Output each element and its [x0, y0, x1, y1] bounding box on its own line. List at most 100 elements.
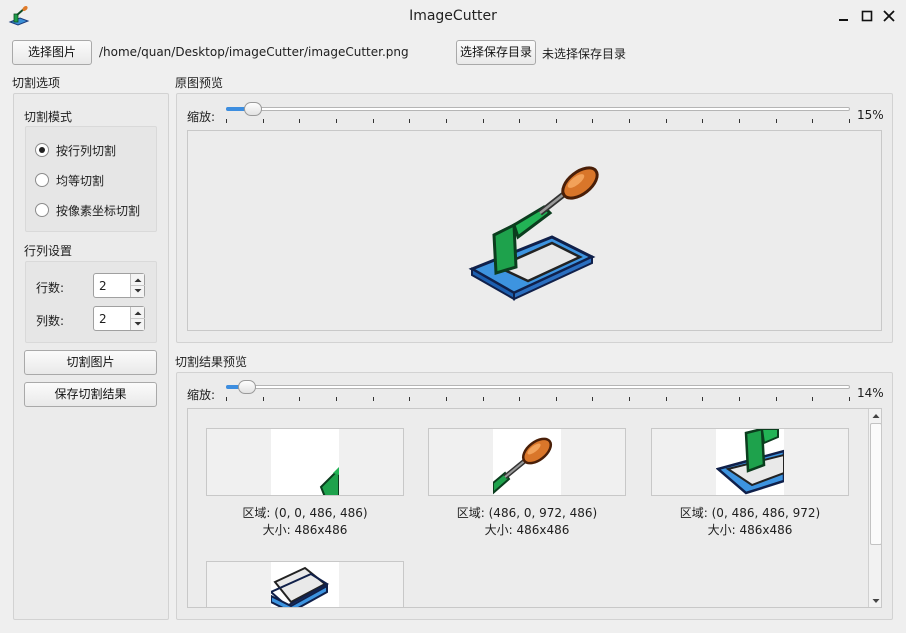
rows-stepper[interactable]: [130, 274, 145, 297]
cut-image-button[interactable]: 切割图片: [24, 350, 157, 375]
slider-tick: [226, 397, 227, 401]
radio-equal[interactable]: [35, 173, 49, 187]
scroll-thumb[interactable]: [870, 423, 881, 545]
slider-tick: [373, 119, 374, 123]
save-results-button[interactable]: 保存切割结果: [24, 382, 157, 407]
result-vertical-scrollbar[interactable]: [868, 409, 881, 607]
slider-tick: [776, 119, 777, 123]
rows-value[interactable]: 2: [99, 279, 107, 293]
mode-group-title: 切割模式: [24, 110, 73, 124]
save-dir-status: 未选择保存目录: [542, 47, 627, 61]
window-title: ImageCutter: [409, 8, 497, 24]
tile-3-size: 大小: 486x486: [707, 523, 793, 537]
mode-option-equal[interactable]: 均等切割: [35, 171, 155, 189]
minimize-icon[interactable]: [835, 7, 853, 25]
original-zoom-groove[interactable]: [226, 107, 850, 111]
slider-tick: [776, 397, 777, 401]
result-tile-3: [651, 428, 849, 496]
tile-1-region: 区域: (0, 0, 486, 486): [242, 506, 368, 520]
slider-tick: [702, 119, 703, 123]
select-save-dir-button[interactable]: 选择保存目录: [456, 40, 536, 65]
scroll-down-icon[interactable]: [869, 594, 881, 607]
slider-tick: [629, 119, 630, 123]
slider-tick: [409, 397, 410, 401]
slider-tick: [446, 119, 447, 123]
mode-label-rowcol: 按行列切割: [56, 144, 117, 158]
tile-3-image: [715, 429, 786, 495]
slider-tick: [739, 119, 740, 123]
maximize-icon[interactable]: [858, 7, 876, 25]
slider-tick: [263, 397, 264, 401]
original-zoom-slider[interactable]: [222, 102, 852, 127]
grid-group-title: 行列设置: [24, 244, 73, 258]
mode-option-rowcol[interactable]: 按行列切割: [35, 141, 155, 159]
slider-tick: [666, 119, 667, 123]
result-preview-title: 切割结果预览: [175, 355, 248, 369]
cols-value[interactable]: 2: [99, 312, 107, 326]
slider-tick: [739, 397, 740, 401]
image-path-text: /home/quan/Desktop/imageCutter/imageCutt…: [99, 45, 409, 59]
original-image: [468, 161, 603, 301]
select-image-button[interactable]: 选择图片: [12, 40, 92, 65]
slider-tick: [226, 119, 227, 123]
slider-tick: [336, 119, 337, 123]
slider-tick: [849, 119, 850, 123]
slider-tick: [519, 397, 520, 401]
cols-label: 列数:: [36, 314, 65, 328]
original-preview-title: 原图预览: [175, 76, 224, 90]
options-section-title: 切割选项: [12, 76, 61, 90]
original-zoom-handle[interactable]: [244, 102, 262, 116]
slider-tick: [812, 397, 813, 401]
slider-tick: [263, 119, 264, 123]
slider-tick: [629, 397, 630, 401]
result-zoom-ticks: [226, 396, 850, 402]
result-zoom-slider[interactable]: [222, 380, 852, 405]
close-icon[interactable]: [880, 7, 898, 25]
rows-label: 行数:: [36, 281, 65, 295]
slider-tick: [556, 119, 557, 123]
slider-tick: [409, 119, 410, 123]
original-zoom-label: 缩放:: [187, 110, 216, 124]
result-zoom-groove[interactable]: [226, 385, 850, 389]
original-zoom-value: 15%: [857, 108, 884, 122]
slider-tick: [556, 397, 557, 401]
tile-2-image: [492, 429, 561, 495]
tile-1-image: [271, 429, 340, 495]
tile-2-size: 大小: 486x486: [484, 523, 570, 537]
slider-tick: [519, 119, 520, 123]
slider-tick: [592, 119, 593, 123]
mode-label-equal: 均等切割: [56, 174, 105, 188]
slider-tick: [299, 119, 300, 123]
slider-tick: [702, 397, 703, 401]
tile-3-region: 区域: (0, 486, 486, 972): [679, 506, 821, 520]
tile-1-size: 大小: 486x486: [262, 523, 348, 537]
original-image-view: [187, 130, 882, 331]
result-scroll-area[interactable]: 区域: (0, 0, 486, 486) 大小: 486x486 区域: (48…: [187, 408, 882, 608]
radio-pixel[interactable]: [35, 203, 49, 217]
slider-tick: [666, 397, 667, 401]
slider-tick: [299, 397, 300, 401]
slider-tick: [483, 119, 484, 123]
slider-tick: [812, 119, 813, 123]
slider-tick: [373, 397, 374, 401]
result-tile-2: [428, 428, 626, 496]
result-tile-4: [206, 561, 404, 607]
original-zoom-ticks: [226, 118, 850, 124]
mode-label-pixel: 按像素坐标切割: [56, 204, 141, 218]
tile-2-region: 区域: (486, 0, 972, 486): [456, 506, 598, 520]
radio-rowcol[interactable]: [35, 143, 49, 157]
result-tile-1: [206, 428, 404, 496]
result-zoom-value: 14%: [857, 386, 884, 400]
cols-stepper[interactable]: [130, 307, 145, 330]
mode-option-pixel[interactable]: 按像素坐标切割: [35, 201, 155, 219]
slider-tick: [592, 397, 593, 401]
slider-tick: [336, 397, 337, 401]
slider-tick: [446, 397, 447, 401]
slider-tick: [483, 397, 484, 401]
cols-spinbox[interactable]: 2: [93, 306, 145, 331]
rows-spinbox[interactable]: 2: [93, 273, 145, 298]
result-zoom-handle[interactable]: [238, 380, 256, 394]
scroll-up-icon[interactable]: [869, 409, 881, 423]
slider-tick: [849, 397, 850, 401]
result-zoom-label: 缩放:: [187, 388, 216, 402]
